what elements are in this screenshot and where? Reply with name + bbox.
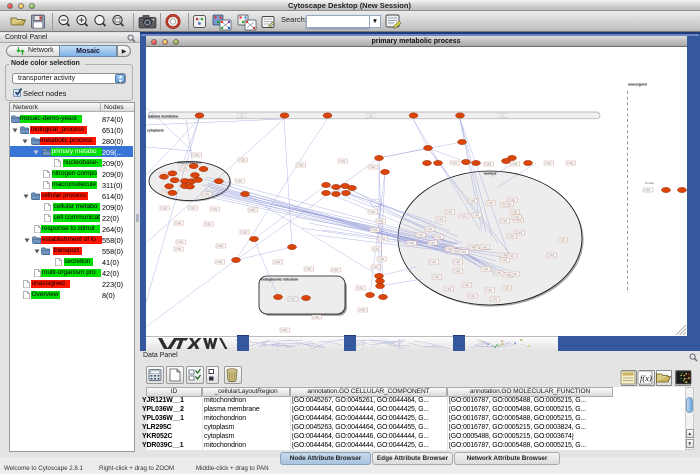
svg-text:Yxl02: Yxl02 xyxy=(205,223,212,226)
svg-text:Yxl02: Yxl02 xyxy=(452,250,459,253)
svg-text:Yxl02: Yxl02 xyxy=(511,211,518,214)
svg-text:Yxl02: Yxl02 xyxy=(305,268,312,271)
svg-text:Yxl02: Yxl02 xyxy=(508,235,515,238)
svg-text:Yxl02: Yxl02 xyxy=(473,214,480,217)
svg-text:Yxl02: Yxl02 xyxy=(274,261,281,264)
svg-text:Yxl02: Yxl02 xyxy=(249,209,256,212)
svg-text:Yxl02: Yxl02 xyxy=(379,238,386,241)
svg-text:Yxl02: Yxl02 xyxy=(281,329,288,332)
svg-text:Yxl02: Yxl02 xyxy=(297,164,304,167)
svg-text:Yxl02: Yxl02 xyxy=(181,167,188,170)
svg-text:Yxl02: Yxl02 xyxy=(369,211,376,214)
svg-text:Yxl02: Yxl02 xyxy=(469,295,476,298)
svg-text:Yxl02: Yxl02 xyxy=(430,261,437,264)
svg-text:Yxl02: Yxl02 xyxy=(503,287,510,290)
svg-text:Yxl02: Yxl02 xyxy=(495,272,502,275)
svg-text:Yxl02: Yxl02 xyxy=(175,248,182,251)
svg-text:Yxl02: Yxl02 xyxy=(313,316,320,319)
svg-text:Yxl02: Yxl02 xyxy=(463,284,470,287)
svg-text:Yxl02: Yxl02 xyxy=(491,298,498,301)
svg-text:Yxl02: Yxl02 xyxy=(193,154,200,157)
svg-text:Yxl02: Yxl02 xyxy=(482,268,489,271)
svg-text:Yxl02: Yxl02 xyxy=(516,232,523,235)
svg-text:Yxl02: Yxl02 xyxy=(454,270,461,273)
svg-text:Yxl02: Yxl02 xyxy=(417,234,424,237)
svg-text:Yxl02: Yxl02 xyxy=(435,236,442,239)
svg-text:Yxl02: Yxl02 xyxy=(369,166,376,169)
svg-text:Yxl02: Yxl02 xyxy=(377,220,384,223)
svg-text:Yxl02: Yxl02 xyxy=(216,261,223,264)
svg-text:mitochondrion: mitochondrion xyxy=(177,161,201,165)
svg-text:Yxl02: Yxl02 xyxy=(175,222,182,225)
svg-text:Yxl02: Yxl02 xyxy=(545,162,552,165)
svg-text:Yxl02: Yxl02 xyxy=(445,288,452,291)
svg-text:Yxl02: Yxl02 xyxy=(454,261,461,264)
svg-text:Yxl02: Yxl02 xyxy=(460,251,467,254)
svg-text:Yxl02: Yxl02 xyxy=(511,163,518,166)
svg-text:Yxl02: Yxl02 xyxy=(567,162,574,165)
svg-text:Yxl02: Yxl02 xyxy=(499,114,506,117)
svg-text:Yxl02: Yxl02 xyxy=(559,239,566,242)
svg-text:Yxl02: Yxl02 xyxy=(378,258,385,261)
svg-text:Yxl02: Yxl02 xyxy=(469,200,476,203)
svg-text:Yxl02: Yxl02 xyxy=(372,266,379,269)
svg-text:Yxl02: Yxl02 xyxy=(548,254,555,257)
svg-text:Yxl02: Yxl02 xyxy=(429,242,436,245)
svg-text:Yxl02: Yxl02 xyxy=(332,269,339,272)
svg-text:Yxl02: Yxl02 xyxy=(426,228,433,231)
svg-text:cytoplasm: cytoplasm xyxy=(147,129,164,133)
svg-text:endoplasmic reticulum: endoplasmic reticulum xyxy=(261,278,298,282)
svg-text:nucleus: nucleus xyxy=(484,172,497,176)
svg-text:Yxl02: Yxl02 xyxy=(485,163,492,166)
svg-text:Yxl02: Yxl02 xyxy=(367,114,374,117)
svg-text:Yxl02: Yxl02 xyxy=(460,215,467,218)
svg-text:Yxl02: Yxl02 xyxy=(509,199,516,202)
svg-text:Yxl02: Yxl02 xyxy=(505,203,512,206)
svg-text:Yxl02: Yxl02 xyxy=(511,273,518,276)
svg-text:Yxl02: Yxl02 xyxy=(451,162,458,165)
svg-text:Yxl02: Yxl02 xyxy=(481,246,488,249)
svg-text:Yxl02: Yxl02 xyxy=(236,180,243,183)
svg-text:Yxl02: Yxl02 xyxy=(501,220,508,223)
svg-text:Yxl02: Yxl02 xyxy=(508,255,515,258)
svg-text:Yxl02: Yxl02 xyxy=(203,193,210,196)
svg-text:Yxl02: Yxl02 xyxy=(446,211,453,214)
svg-text:plasma membrane: plasma membrane xyxy=(149,114,179,118)
svg-text:Yxl02: Yxl02 xyxy=(357,287,364,290)
svg-text:Yxl02: Yxl02 xyxy=(217,245,224,248)
svg-text:Yxl02: Yxl02 xyxy=(513,216,520,219)
svg-text:Yxl02: Yxl02 xyxy=(437,218,444,221)
svg-text:unassigned: unassigned xyxy=(628,83,647,87)
svg-text:Yxl02: Yxl02 xyxy=(371,229,378,232)
svg-text:Yxl02: Yxl02 xyxy=(501,259,508,262)
svg-text:Yxl02: Yxl02 xyxy=(241,231,248,234)
svg-text:Yxl02: Yxl02 xyxy=(486,289,493,292)
svg-text:f(x): f(x) xyxy=(640,373,652,383)
svg-text:Yxl02: Yxl02 xyxy=(359,309,366,312)
svg-text:Unn12: Unn12 xyxy=(645,181,654,185)
svg-text:Yxl02: Yxl02 xyxy=(408,242,415,245)
svg-text:Yxl02: Yxl02 xyxy=(644,189,651,192)
svg-text:Yxl02: Yxl02 xyxy=(211,208,218,211)
svg-text:Yxl02: Yxl02 xyxy=(289,298,296,301)
svg-text:Yxl02: Yxl02 xyxy=(373,248,380,251)
svg-text:Yxl02: Yxl02 xyxy=(238,114,245,117)
svg-text:Yxl02: Yxl02 xyxy=(177,241,184,244)
svg-text:Yxl02: Yxl02 xyxy=(189,207,196,210)
svg-text:Yxl02: Yxl02 xyxy=(161,207,168,210)
svg-text:Yxl02: Yxl02 xyxy=(239,159,246,162)
svg-text:Yxl02: Yxl02 xyxy=(339,160,346,163)
svg-text:Yxl02: Yxl02 xyxy=(433,276,440,279)
svg-text:Yxl02: Yxl02 xyxy=(515,219,522,222)
svg-text:Yxl02: Yxl02 xyxy=(487,202,494,205)
